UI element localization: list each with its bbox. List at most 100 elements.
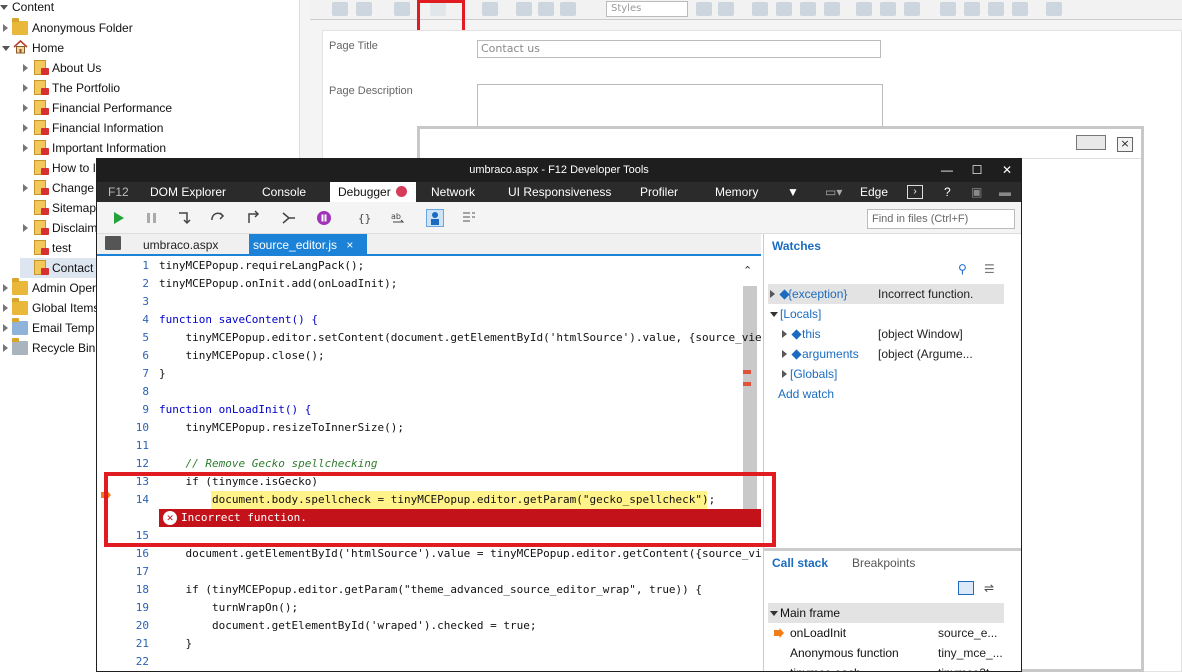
expand-arrow-icon[interactable]: [23, 104, 28, 112]
call-frame-row[interactable]: Anonymous function tiny_mce_...: [768, 643, 1008, 663]
add-watch-icon[interactable]: ⚲: [958, 262, 967, 276]
step-into-icon[interactable]: [177, 210, 193, 226]
emulation-icon[interactable]: ▭▾: [825, 182, 842, 202]
maximize-button[interactable]: ☐: [963, 159, 991, 182]
styles-select[interactable]: Styles: [606, 1, 688, 17]
watch-row-arguments[interactable]: arguments [object (Argume...: [768, 344, 1008, 364]
expand-arrow-icon[interactable]: [782, 370, 787, 378]
watch-row-this[interactable]: this [object Window]: [768, 324, 1008, 344]
tab-breakpoints[interactable]: Breakpoints: [852, 556, 915, 570]
numbered-list-icon[interactable]: [776, 2, 792, 16]
minimize-button[interactable]: —: [933, 159, 961, 182]
tab-profiler[interactable]: Profiler: [640, 182, 678, 202]
expand-arrow-icon[interactable]: [782, 330, 787, 338]
folder-icon[interactable]: [105, 236, 121, 250]
link-icon[interactable]: [856, 2, 872, 16]
indent-icon[interactable]: [824, 2, 840, 16]
anchor-icon[interactable]: [904, 2, 920, 16]
expand-arrow-icon[interactable]: [2, 46, 10, 51]
expand-arrow-icon[interactable]: [782, 350, 787, 358]
redo-icon[interactable]: [482, 2, 498, 16]
code-editor[interactable]: ⌃ 1 tinyMCEPopup.requireLangPack(); 2 ti…: [97, 256, 761, 671]
scroll-up-icon[interactable]: ⌃: [743, 264, 752, 277]
tab-call-stack[interactable]: Call stack: [772, 556, 828, 570]
close-button[interactable]: ×: [1117, 137, 1133, 152]
macro-icon[interactable]: [964, 2, 980, 16]
tree-item-contact[interactable]: Contact: [20, 258, 100, 278]
step-over-icon[interactable]: [210, 210, 226, 226]
expand-arrow-icon[interactable]: [3, 304, 8, 312]
watch-row-locals[interactable]: [Locals]: [768, 304, 1008, 324]
break-on-new-worker-icon[interactable]: [281, 210, 297, 226]
collapse-arrow-icon[interactable]: [770, 611, 778, 616]
page-description-field[interactable]: [477, 84, 883, 128]
pretty-print-icon[interactable]: {}: [357, 210, 373, 226]
find-in-files-input[interactable]: Find in files (Ctrl+F): [867, 209, 1015, 229]
source-maps-icon[interactable]: [461, 210, 477, 226]
expand-arrow-icon[interactable]: [23, 84, 28, 92]
tab-network[interactable]: Network: [431, 182, 475, 202]
expand-arrow-icon[interactable]: [770, 312, 778, 317]
outdent-icon[interactable]: [800, 2, 816, 16]
break-icon[interactable]: [144, 210, 160, 226]
expand-arrow-icon[interactable]: [0, 5, 8, 10]
italic-icon[interactable]: [718, 2, 734, 16]
add-watch-link[interactable]: Add watch: [768, 384, 1008, 404]
call-frame-row[interactable]: onLoadInit source_e...: [768, 623, 1008, 643]
bold-icon[interactable]: [696, 2, 712, 16]
watch-row-exception[interactable]: {exception} Incorrect function.: [768, 284, 1004, 304]
expand-arrow-icon[interactable]: [3, 24, 8, 32]
unlink-icon[interactable]: [880, 2, 896, 16]
media-icon[interactable]: [1012, 2, 1028, 16]
just-my-code-icon[interactable]: [426, 209, 444, 227]
save-publish-icon[interactable]: [356, 2, 372, 16]
expand-arrow-icon[interactable]: [3, 284, 8, 292]
expand-arrow-icon[interactable]: [23, 124, 28, 132]
tab-ui-responsiveness[interactable]: UI Responsiveness: [508, 182, 611, 202]
exception-behavior-icon[interactable]: [316, 210, 332, 226]
tab-memory[interactable]: Memory: [715, 182, 758, 202]
page-description-label: Page Description: [329, 85, 413, 97]
character-map-icon[interactable]: [1046, 2, 1062, 16]
close-tab-icon[interactable]: ×: [346, 238, 353, 252]
expand-arrow-icon[interactable]: [23, 224, 28, 232]
expand-arrow-icon[interactable]: [3, 344, 8, 352]
console-toggle-icon[interactable]: ›: [907, 185, 923, 199]
expand-arrow-icon[interactable]: [770, 290, 775, 298]
tab-console[interactable]: Console: [262, 182, 306, 202]
delete-all-watches-icon[interactable]: ☰: [984, 262, 995, 276]
help-icon[interactable]: ?: [944, 182, 951, 202]
table-icon[interactable]: [988, 2, 1004, 16]
file-tab-source-editor[interactable]: source_editor.js ×: [249, 234, 367, 256]
tab-dom-explorer[interactable]: DOM Explorer: [150, 182, 226, 202]
call-frame-row[interactable]: tinymce.each tinymce3t...: [768, 663, 1008, 671]
restore-button[interactable]: [1076, 135, 1106, 150]
bullet-list-icon[interactable]: [752, 2, 768, 16]
more-tabs-icon[interactable]: ▼: [787, 182, 799, 202]
expand-arrow-icon[interactable]: [23, 64, 28, 72]
image-icon[interactable]: [940, 2, 956, 16]
copy-icon[interactable]: [538, 2, 554, 16]
document-mode-select[interactable]: Edge: [860, 182, 888, 202]
preview-icon[interactable]: [394, 2, 410, 16]
paste-icon[interactable]: [560, 2, 576, 16]
dock-icon[interactable]: ▬: [999, 182, 1011, 202]
cut-icon[interactable]: [516, 2, 532, 16]
step-out-icon[interactable]: [246, 210, 262, 226]
show-frames-icon[interactable]: [958, 581, 974, 595]
expand-arrow-icon[interactable]: [23, 184, 28, 192]
tab-debugger[interactable]: Debugger: [330, 182, 416, 202]
save-icon[interactable]: [332, 2, 348, 16]
watch-row-globals[interactable]: [Globals]: [768, 364, 1008, 384]
copy-stack-icon[interactable]: ⇌: [984, 581, 994, 595]
expand-arrow-icon[interactable]: [3, 324, 8, 332]
continue-icon[interactable]: [111, 210, 127, 226]
undock-icon[interactable]: ▣: [971, 182, 982, 202]
page-title-field[interactable]: Contact us: [477, 40, 881, 58]
word-wrap-icon[interactable]: ab: [391, 210, 407, 226]
tab-debugger-label: Debugger: [338, 185, 391, 199]
file-tab-umbraco[interactable]: umbraco.aspx: [139, 234, 222, 256]
close-button[interactable]: ✕: [993, 159, 1021, 182]
expand-arrow-icon[interactable]: [23, 144, 28, 152]
watch-name: this: [802, 327, 821, 341]
